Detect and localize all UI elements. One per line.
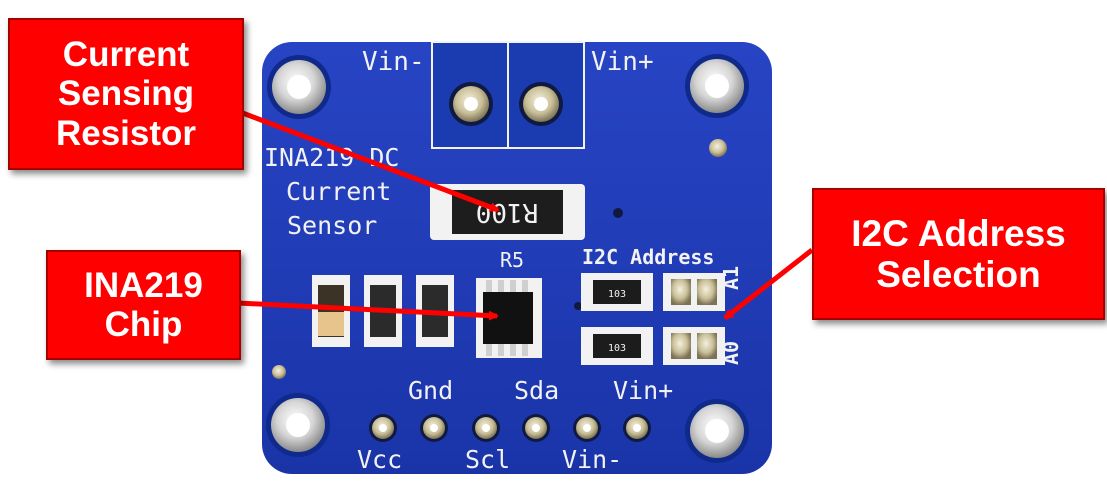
callout-line: Sensing xyxy=(57,74,195,114)
pin-label-vin-plus: Vin+ xyxy=(613,376,673,405)
pin-label-sda: Sda xyxy=(514,376,559,405)
i2c-address-label: I2C Address xyxy=(582,245,714,269)
resistor-designator: R5 xyxy=(500,248,524,272)
label-vin-plus-top: Vin+ xyxy=(591,47,654,77)
pin-label-gnd: Gnd xyxy=(408,376,453,405)
board-title-line2: Current xyxy=(286,177,391,206)
callout-line: Selection xyxy=(876,254,1041,295)
callout-line: I2C Address xyxy=(851,212,1066,254)
via xyxy=(574,302,582,310)
a1-label: A1 xyxy=(719,266,743,290)
pin-label-vin-minus: Vin- xyxy=(562,445,622,474)
a0-label: A0 xyxy=(719,341,743,365)
annotated-photo: Vin- Vin+ INA219 DC Current Sensor R100 … xyxy=(0,0,1107,481)
via xyxy=(709,139,727,157)
mounting-hole-bottom-right xyxy=(685,399,749,463)
smd-marking-2: 103 xyxy=(608,343,626,354)
label-vin-minus-top: Vin- xyxy=(362,47,425,77)
board-title-line3: Sensor xyxy=(287,211,377,240)
callout-line: Resistor xyxy=(55,113,197,153)
ina219-chip xyxy=(476,278,542,358)
resistor-marking: R100 xyxy=(476,197,539,227)
smd-marking-1: 103 xyxy=(608,289,626,300)
test-pad xyxy=(272,365,286,379)
callout-ina219-chip: INA219 Chip xyxy=(46,250,241,360)
mounting-hole-bottom-left xyxy=(266,393,330,457)
callout-current-sensing-resistor: Current Sensing Resistor xyxy=(8,18,244,170)
callout-line: INA219 xyxy=(84,265,203,305)
terminal-block xyxy=(431,41,585,149)
callout-line: Current xyxy=(62,35,190,75)
via xyxy=(613,208,623,218)
mounting-hole-top-right xyxy=(685,54,749,118)
callout-i2c-address-selection: I2C Address Selection xyxy=(812,188,1105,320)
smd-component xyxy=(312,275,350,347)
callout-line: Chip xyxy=(104,305,183,344)
pin-label-vcc: Vcc xyxy=(357,445,402,474)
mounting-hole-top-left xyxy=(267,55,331,119)
pin-label-scl: Scl xyxy=(465,445,510,474)
